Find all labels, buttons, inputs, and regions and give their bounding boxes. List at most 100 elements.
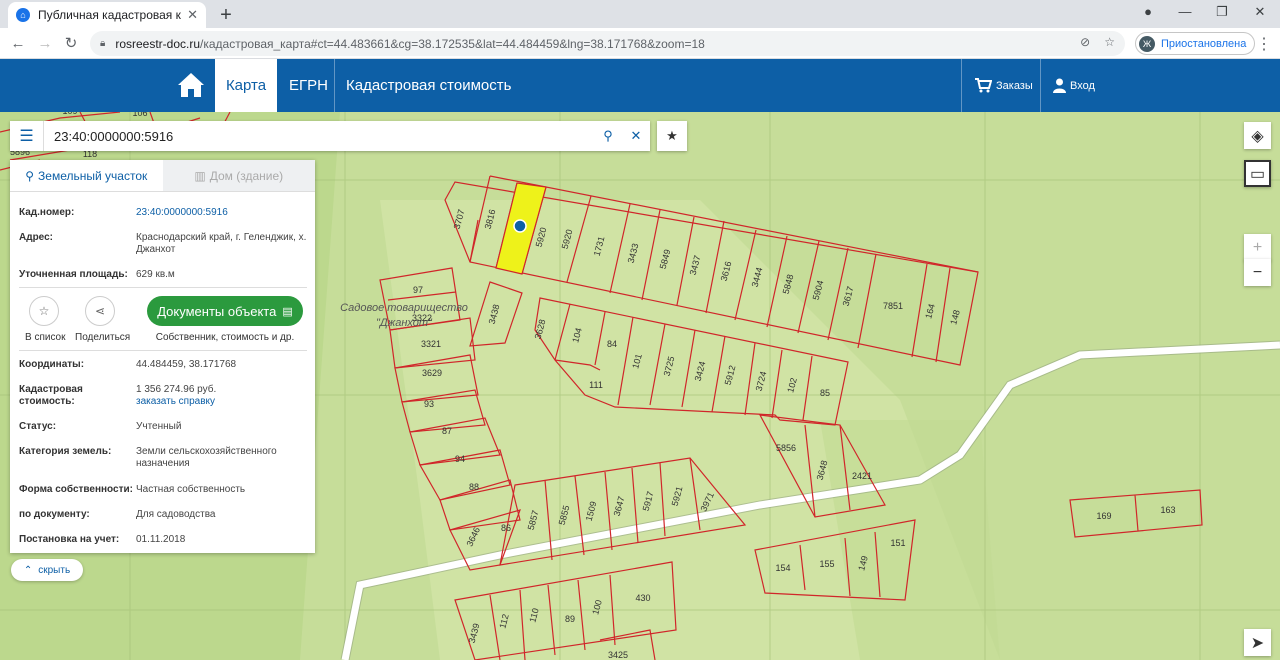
cad-number-label: Кад.номер:: [19, 207, 75, 218]
row-area: Уточненная площадь: 629 кв.м: [19, 269, 309, 281]
parcel-number-label: 93: [424, 399, 434, 409]
tab-house-label: Дом (здание): [209, 168, 284, 183]
registration-value: 01.11.2018: [136, 534, 186, 545]
cad-number-value[interactable]: 23:40:0000000:5916: [136, 207, 309, 219]
header-divider: [1040, 59, 1041, 112]
address-label: Адрес:: [19, 232, 53, 243]
ownership-value: Частная собственность: [136, 484, 246, 495]
parcel-number-label: 163: [1160, 505, 1175, 515]
parcel-number-label: 97: [413, 285, 423, 295]
order-certificate-link[interactable]: заказать справку: [136, 396, 309, 408]
category-label: Категория земель:: [19, 446, 112, 457]
row-status: Статус: Учтенный: [19, 421, 309, 433]
parcel-number-label: 154: [775, 563, 790, 573]
parcel-number-label: 85: [820, 388, 830, 398]
nav-cadastral-cost[interactable]: Кадастровая стоимость: [334, 59, 523, 112]
parcel-info-panel: ⚲ Земельный участок ▥ Дом (здание) Кад.ном…: [10, 160, 315, 553]
add-to-list-star-icon[interactable]: ☆: [29, 296, 59, 326]
building-icon: ▥: [194, 168, 206, 183]
login-link[interactable]: Вход: [1053, 59, 1095, 112]
chevron-up-icon: ⌃: [23, 564, 33, 576]
reload-icon[interactable]: ↻: [61, 34, 81, 54]
row-by-document: по документу: Для садоводства: [19, 509, 309, 521]
nav-egrn[interactable]: ЕГРН: [277, 59, 340, 112]
geolocate-icon[interactable]: ➤: [1244, 629, 1271, 656]
place-name-1: Садовое товарищество: [340, 302, 468, 314]
parcel-number-label: 89: [565, 614, 575, 624]
tab-search-icon[interactable]: ●: [1138, 4, 1158, 19]
site-favicon-icon: ⌂: [16, 8, 30, 22]
by-document-label: по документу:: [19, 509, 90, 520]
location-marker-icon: [513, 219, 527, 233]
site-header: Карта ЕГРН Кадастровая стоимость Заказы …: [0, 59, 1280, 112]
lock-icon: 🔒︎: [100, 38, 106, 49]
tab-title: Публичная кадастровая карта: [38, 8, 182, 22]
documents-button-label: Документы объекта: [157, 303, 277, 319]
zoom-in-icon[interactable]: +: [1244, 234, 1271, 261]
parcel-number-label: 106: [132, 112, 147, 118]
parcel-number-label: 84: [607, 339, 617, 349]
nav-map[interactable]: Карта: [215, 59, 277, 112]
home-icon[interactable]: [176, 71, 206, 99]
bookmark-star-icon[interactable]: ☆: [1104, 35, 1115, 49]
cost-label: Кадастровая стоимость:: [19, 384, 83, 407]
category-value: Земли сельскохозяйственного назначения: [136, 446, 277, 469]
profile-button[interactable]: Ж Приостановлена: [1135, 32, 1256, 55]
parcel-number-label: 2421: [852, 471, 872, 481]
hide-panel-button[interactable]: ⌃ скрыть: [11, 559, 83, 581]
browser-tabbar: ⌂ Публичная кадастровая карта ✕ + ● — ❐ …: [0, 0, 1280, 28]
document-icon: ▤: [282, 305, 293, 318]
hamburger-menu-icon[interactable]: ☰: [10, 121, 44, 151]
documents-subtitle: Собственник, стоимость и др.: [155, 332, 295, 343]
share-label[interactable]: Поделиться: [75, 332, 130, 343]
add-to-list-label[interactable]: В список: [25, 332, 66, 343]
login-label: Вход: [1070, 79, 1095, 92]
minimize-icon[interactable]: —: [1175, 4, 1195, 19]
row-address: Адрес: Краснодарский край, г. Геленджик,…: [19, 232, 309, 256]
status-label: Статус:: [19, 421, 57, 432]
parcel-number-label: 111: [589, 380, 603, 390]
parcel-number-label: 5856: [776, 443, 796, 453]
back-icon[interactable]: ←: [8, 34, 28, 54]
tracking-icon[interactable]: ⊘: [1080, 35, 1090, 49]
area-value: 629 кв.м: [136, 269, 175, 280]
parcel-number-label: 430: [635, 593, 650, 603]
search-input[interactable]: [44, 128, 594, 144]
documents-button[interactable]: Документы объекта ▤: [147, 296, 303, 326]
forward-icon[interactable]: →: [35, 34, 55, 54]
browser-tab[interactable]: ⌂ Публичная кадастровая карта ✕: [8, 2, 206, 28]
share-icon[interactable]: ⋖: [85, 296, 115, 326]
browser-menu-icon[interactable]: ⋮: [1256, 34, 1272, 54]
parcel-number-label: 155: [819, 559, 834, 569]
cart-icon: [975, 78, 992, 93]
close-window-icon[interactable]: ✕: [1250, 4, 1270, 20]
map-mode-icon[interactable]: ▭: [1244, 160, 1271, 187]
parcel-number-label: 87: [442, 426, 452, 436]
orders-link[interactable]: Заказы: [975, 59, 1033, 112]
row-category: Категория земель: Земли сельскохозяйстве…: [19, 446, 309, 470]
url-path: /кадастровая_карта#ct=44.483661&cg=38.17…: [200, 36, 705, 51]
zoom-out-icon[interactable]: −: [1244, 259, 1271, 286]
url-field[interactable]: 🔒︎ rosreestr-doc.ru/кадастровая_карта#ct…: [90, 31, 1125, 56]
maximize-icon[interactable]: ❐: [1212, 4, 1232, 20]
coords-value: 44.484459, 38.171768: [136, 359, 237, 370]
parcel-number-label: 3321: [421, 339, 441, 349]
parcel-number-label: 3629: [422, 368, 442, 378]
divider: [19, 287, 307, 288]
address-value: Краснодарский край, г. Геленджик, х. Джа…: [136, 232, 307, 255]
parcel-number-label: 151: [890, 538, 905, 548]
favorites-icon[interactable]: ★: [657, 121, 687, 151]
tab-house[interactable]: ▥ Дом (здание): [162, 160, 315, 191]
panel-actions: ☆ В список ⋖ Поделиться Документы объект…: [10, 292, 315, 348]
tab-land-plot[interactable]: ⚲ Земельный участок: [10, 160, 163, 191]
row-coords: Координаты: 44.484459, 38.171768: [19, 359, 309, 371]
search-icon[interactable]: ⚲: [594, 128, 622, 144]
clear-icon[interactable]: ✕: [622, 128, 650, 144]
divider: [19, 350, 307, 351]
profile-label: Приостановлена: [1161, 37, 1247, 50]
close-tab-icon[interactable]: ✕: [187, 7, 198, 23]
area-label: Уточненная площадь:: [19, 269, 128, 280]
layers-icon[interactable]: ◈: [1244, 122, 1271, 149]
row-cost: Кадастровая стоимость: 1 356 274.96 руб.…: [19, 384, 309, 408]
new-tab-icon[interactable]: +: [216, 4, 236, 27]
